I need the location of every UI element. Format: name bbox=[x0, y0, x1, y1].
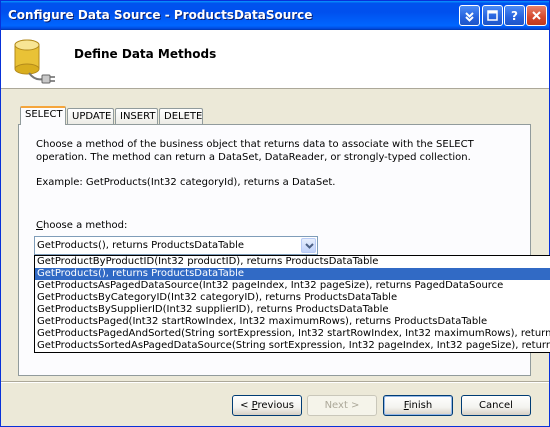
page-title: Define Data Methods bbox=[74, 47, 217, 61]
window-title: Configure Data Source - ProductsDataSour… bbox=[8, 8, 313, 22]
next-button[interactable]: Next > bbox=[307, 395, 377, 416]
database-icon bbox=[14, 39, 55, 84]
method-option-selected[interactable]: GetProducts(), returns ProductsDataTable bbox=[35, 268, 550, 280]
method-dropdown-list[interactable]: GetProductByProductID(Int32 productID), … bbox=[34, 255, 550, 353]
method-description: Choose a method of the business object t… bbox=[36, 139, 474, 163]
finish-button[interactable]: Finish bbox=[383, 395, 453, 416]
choose-method-label: Choose a method: bbox=[36, 220, 128, 231]
method-option[interactable]: GetProductsBySupplierID(Int32 supplierID… bbox=[35, 304, 550, 316]
configure-data-source-dialog: Configure Data Source - ProductsDataSour… bbox=[0, 0, 550, 427]
maximize-icon[interactable] bbox=[482, 5, 503, 26]
cancel-button[interactable]: Cancel bbox=[461, 395, 531, 416]
method-option[interactable]: GetProductsAsPagedDataSource(Int32 pageI… bbox=[35, 280, 550, 292]
method-select[interactable]: GetProducts(), returns ProductsDataTable bbox=[34, 236, 318, 255]
method-option[interactable]: GetProductsByCategoryID(Int32 categoryID… bbox=[35, 292, 550, 304]
example-text: Example: GetProducts(Int32 categoryId), … bbox=[36, 177, 336, 188]
method-option[interactable]: GetProductsPagedAndSorted(String sortExp… bbox=[35, 328, 550, 340]
method-select-value: GetProducts(), returns ProductsDataTable bbox=[37, 240, 245, 251]
close-icon[interactable] bbox=[526, 5, 547, 26]
help-icon[interactable]: ? bbox=[504, 5, 525, 26]
title-bar[interactable]: Configure Data Source - ProductsDataSour… bbox=[1, 1, 549, 30]
previous-button[interactable]: < Previous bbox=[232, 395, 302, 416]
tab-select[interactable]: SELECT bbox=[20, 106, 66, 125]
method-option[interactable]: GetProductsSortedAsPagedDataSource(Strin… bbox=[35, 340, 550, 352]
method-option[interactable]: GetProductByProductID(Int32 productID), … bbox=[35, 256, 550, 268]
svg-text:?: ? bbox=[511, 9, 518, 22]
tab-delete[interactable]: DELETE bbox=[159, 108, 203, 124]
chevron-down-icon[interactable] bbox=[301, 238, 316, 253]
help-context-icon[interactable] bbox=[459, 5, 480, 26]
tab-insert[interactable]: INSERT bbox=[115, 108, 158, 124]
button-separator bbox=[1, 381, 549, 383]
wizard-header: Define Data Methods bbox=[1, 30, 549, 89]
tab-update[interactable]: UPDATE bbox=[67, 108, 114, 124]
method-option[interactable]: GetProductsPaged(Int32 startRowIndex, In… bbox=[35, 316, 550, 328]
